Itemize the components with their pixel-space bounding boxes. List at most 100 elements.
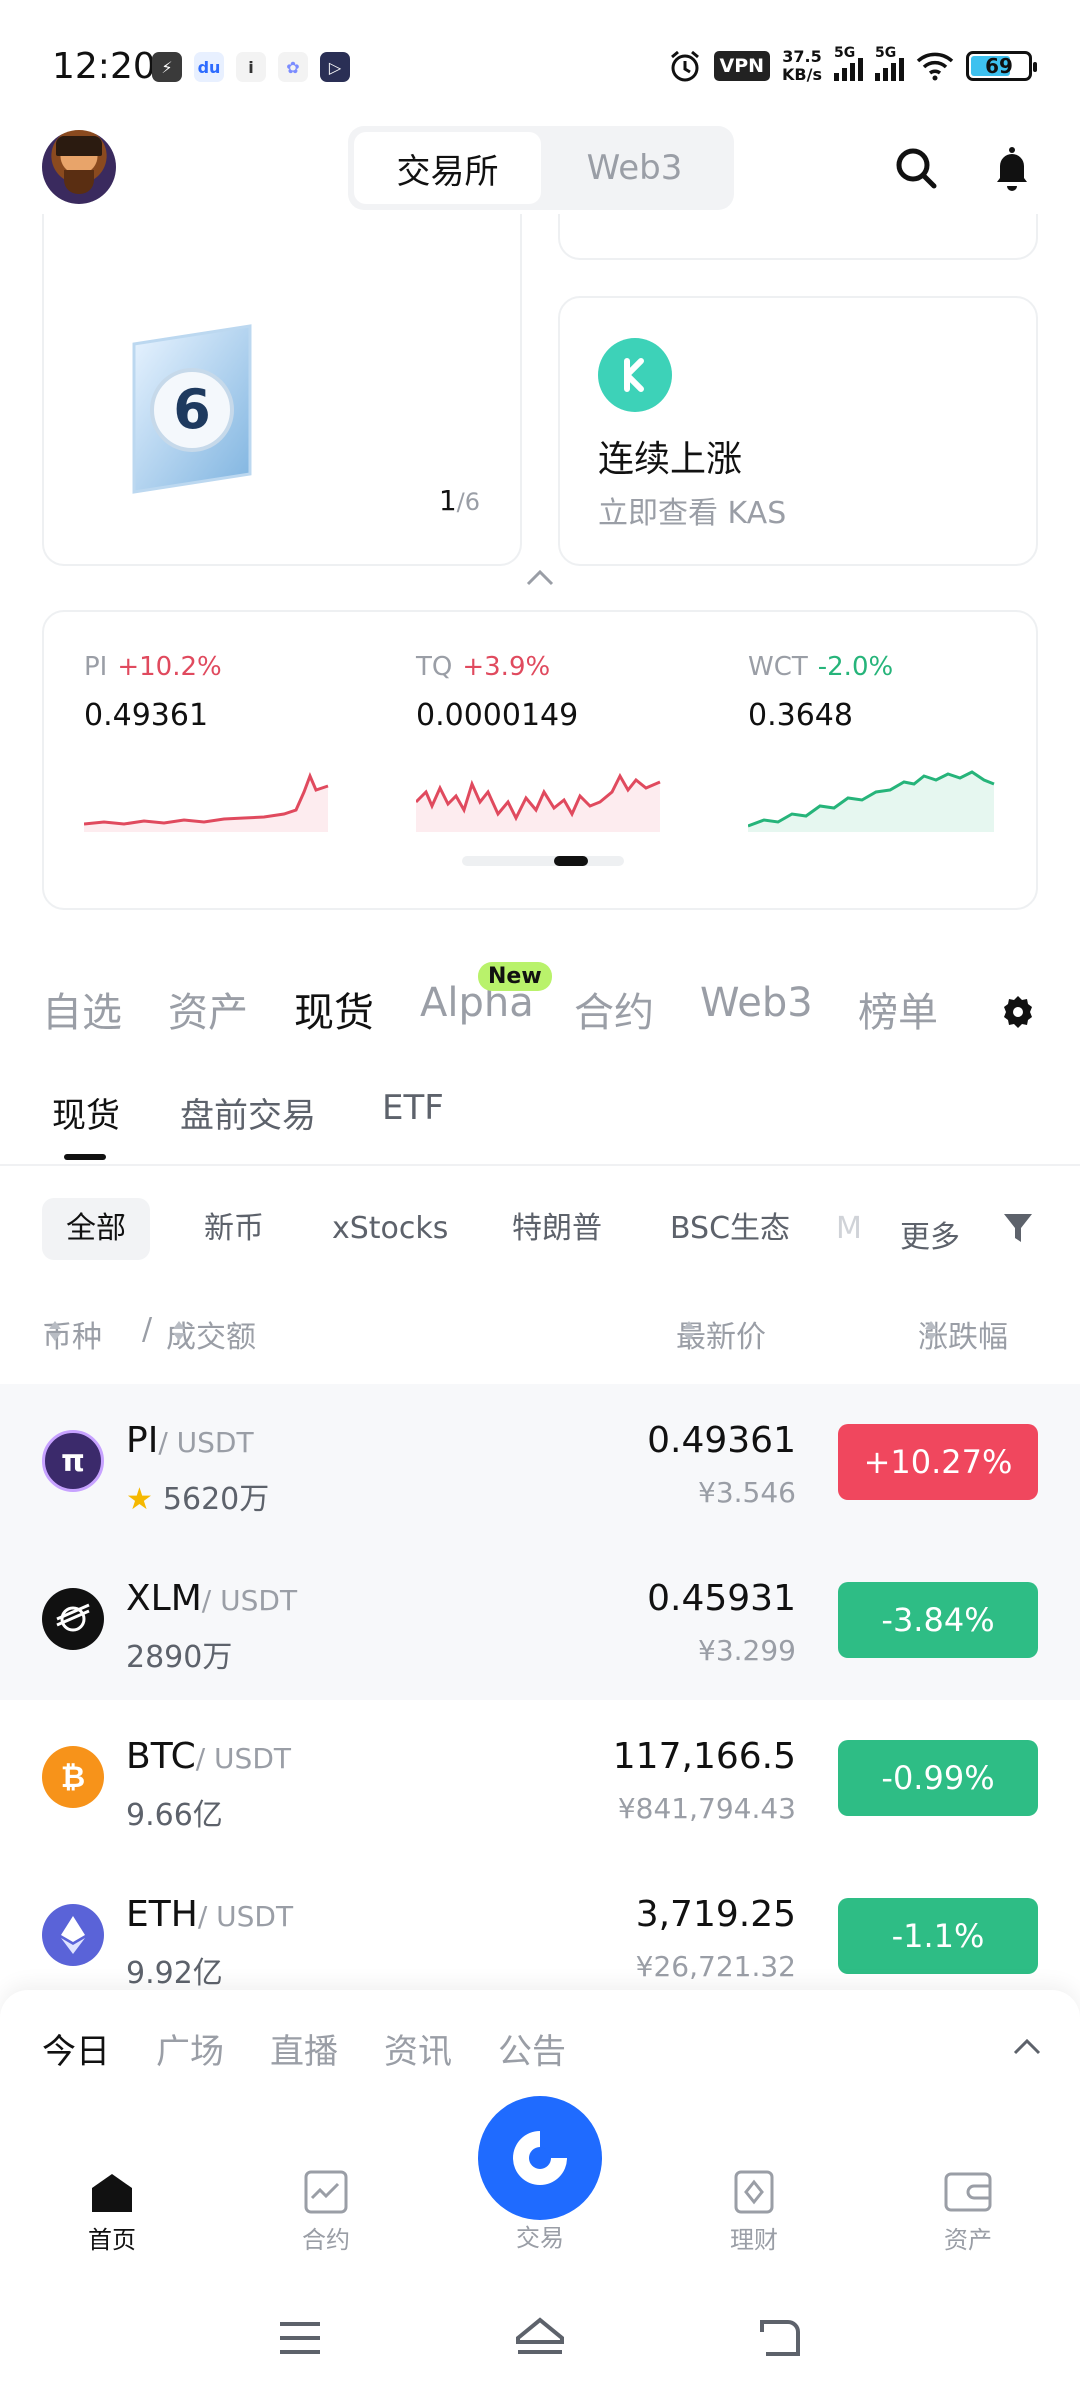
promo-card-top-right[interactable] xyxy=(558,214,1038,260)
tab-assets[interactable]: 资产 xyxy=(168,980,248,1038)
wct-sparkline xyxy=(748,770,995,832)
vpn-badge: VPN xyxy=(713,51,771,81)
row-quote: / USDT xyxy=(197,1900,294,1933)
exchange-web3-switch: 交易所 Web3 xyxy=(348,126,734,210)
row-change-button[interactable]: -0.99% xyxy=(838,1740,1038,1816)
chip-all[interactable]: 全部 xyxy=(42,1198,150,1260)
star-icon[interactable]: ★ xyxy=(126,1482,153,1517)
pi-sparkline xyxy=(84,771,329,832)
promo-card-kas[interactable]: 连续上涨 立即查看 KAS xyxy=(558,296,1038,566)
market-change: +3.9% xyxy=(462,652,551,682)
home-nav-icon[interactable] xyxy=(514,2316,566,2358)
nav-futures-label: 合约 xyxy=(302,2226,350,2254)
market-symbol: PI xyxy=(84,652,108,682)
tab-spot[interactable]: 现货 xyxy=(294,980,374,1038)
market-card-tq[interactable]: TQ +3.9% 0.0000149 xyxy=(416,652,676,832)
row-price: 0.45931 xyxy=(647,1578,796,1619)
wifi-icon xyxy=(916,52,954,81)
subtab-etf[interactable]: ETF xyxy=(382,1088,444,1128)
wallet-icon xyxy=(944,2172,992,2212)
chip-more-button[interactable]: 更多 xyxy=(900,1212,960,1256)
nav-trade[interactable]: 交易 xyxy=(480,2218,600,2253)
media-notification-icon: ▷ xyxy=(320,52,350,82)
market-change: +10.2% xyxy=(117,652,222,682)
chip-new-coins[interactable]: 新币 xyxy=(180,1198,288,1260)
status-app-icons: ⚡ du ⅰ ✿ ▷ xyxy=(152,52,350,82)
nav-trade-label: 交易 xyxy=(516,2224,564,2252)
nav-assets[interactable]: 资产 xyxy=(908,2170,1028,2255)
promo-card-left[interactable]: 6 1/6 xyxy=(42,214,522,566)
avatar[interactable] xyxy=(42,130,116,204)
status-bar: 12:20 ⚡ du ⅰ ✿ ▷ VPN 37.5 KB/s 5G 5G 69 xyxy=(0,0,1080,120)
nav-futures[interactable]: 合约 xyxy=(266,2170,386,2255)
filter-icon[interactable] xyxy=(1002,1210,1034,1246)
row-change-button[interactable]: +10.27% xyxy=(838,1424,1038,1500)
tab-web3[interactable]: Web3 xyxy=(541,132,728,204)
news-tab-square[interactable]: 广场 xyxy=(156,2024,224,2073)
carousel-pager: 1/6 xyxy=(439,484,480,517)
back-icon[interactable] xyxy=(758,2318,802,2358)
row-cny: ¥26,721.32 xyxy=(635,1950,796,1983)
subtab-premarket[interactable]: 盘前交易 xyxy=(180,1088,316,1137)
market-card-wct[interactable]: WCT -2.0% 0.3648 xyxy=(748,652,1008,832)
tab-futures[interactable]: 合约 xyxy=(574,980,654,1038)
tab-web3-market[interactable]: Web3 xyxy=(700,980,813,1026)
tab-rankings[interactable]: 榜单 xyxy=(858,980,938,1038)
xlm-coin-icon xyxy=(42,1588,104,1650)
gear-icon[interactable] xyxy=(1000,994,1036,1030)
chip-bsc[interactable]: BSC生态 xyxy=(646,1198,814,1260)
row-cny: ¥841,794.43 xyxy=(617,1792,796,1825)
trade-button[interactable] xyxy=(478,2096,602,2220)
row-symbol: PI xyxy=(126,1420,159,1461)
market-overview-panel: PI +10.2% 0.49361 TQ +3.9% 0.0000149 WCT -2… xyxy=(42,610,1038,910)
chip-xstocks[interactable]: xStocks xyxy=(308,1198,472,1260)
chip-truncated[interactable]: M xyxy=(836,1198,862,1260)
bell-icon[interactable] xyxy=(986,142,1038,194)
market-price: 0.3648 xyxy=(748,698,853,733)
row-change-button[interactable]: -1.1% xyxy=(838,1898,1038,1974)
market-symbol: WCT xyxy=(748,652,808,682)
baidu-notification-icon: du xyxy=(194,52,224,82)
system-navigation-bar xyxy=(0,2310,1080,2370)
app-notification-icon: ⚡ xyxy=(152,52,182,82)
market-card-pi[interactable]: PI +10.2% 0.49361 xyxy=(84,652,344,832)
subtab-spot[interactable]: 现货 xyxy=(52,1088,120,1137)
chip-trump[interactable]: 特朗普 xyxy=(488,1198,626,1260)
sort-volume[interactable]: 成交额 xyxy=(166,1312,256,1355)
row-quote: / USDT xyxy=(158,1426,254,1459)
market-price: 0.49361 xyxy=(84,698,209,733)
news-tab-live[interactable]: 直播 xyxy=(270,2024,338,2073)
sort-coin[interactable]: 币种 xyxy=(42,1312,102,1355)
table-row[interactable]: XLM/ USDT 2890万 0.45931 ¥3.299 -3.84% xyxy=(0,1542,1080,1700)
kas-logo-icon xyxy=(598,338,672,412)
news-tab-news[interactable]: 资讯 xyxy=(384,2024,452,2073)
market-symbol: TQ xyxy=(416,652,453,682)
news-tab-announcements[interactable]: 公告 xyxy=(498,2024,566,2073)
expand-chevron-up-icon[interactable] xyxy=(1012,2036,1042,2056)
nav-earn[interactable]: 理财 xyxy=(694,2170,814,2255)
news-tab-today[interactable]: 今日 xyxy=(42,2024,110,2073)
signal-2-icon: 5G xyxy=(875,45,904,81)
tab-watchlist[interactable]: 自选 xyxy=(42,980,122,1038)
sort-last-price[interactable]: 最新价 xyxy=(676,1312,766,1355)
pager-current: 1 xyxy=(438,484,457,517)
row-symbol: BTC xyxy=(126,1736,196,1777)
market-change: -2.0% xyxy=(817,652,894,682)
promo-subtitle: 立即查看 KAS xyxy=(598,496,787,531)
tab-exchange[interactable]: 交易所 xyxy=(354,132,541,204)
clock-notification-icon: ⅰ xyxy=(236,52,266,82)
nav-assets-label: 资产 xyxy=(944,2226,992,2254)
network-speed: 37.5 KB/s xyxy=(782,48,822,84)
nav-home[interactable]: 首页 xyxy=(52,2170,172,2255)
table-row[interactable]: ₿ BTC/ USDT 9.66亿 117,166.5 ¥841,794.43 … xyxy=(0,1700,1080,1858)
eth-coin-icon xyxy=(42,1904,104,1966)
collapse-chevron-up-icon[interactable] xyxy=(524,566,556,590)
table-row[interactable]: π PI/ USDT ★ 5620万 0.49361 ¥3.546 +10.27% xyxy=(0,1384,1080,1542)
row-change-button[interactable]: -3.84% xyxy=(838,1582,1038,1658)
row-price: 117,166.5 xyxy=(612,1736,796,1777)
sort-change[interactable]: 涨跌幅 xyxy=(918,1312,1008,1355)
menu-icon[interactable] xyxy=(278,2320,322,2356)
new-badge: New xyxy=(478,962,552,991)
search-icon[interactable] xyxy=(890,142,942,194)
col-sep: / xyxy=(142,1312,153,1347)
